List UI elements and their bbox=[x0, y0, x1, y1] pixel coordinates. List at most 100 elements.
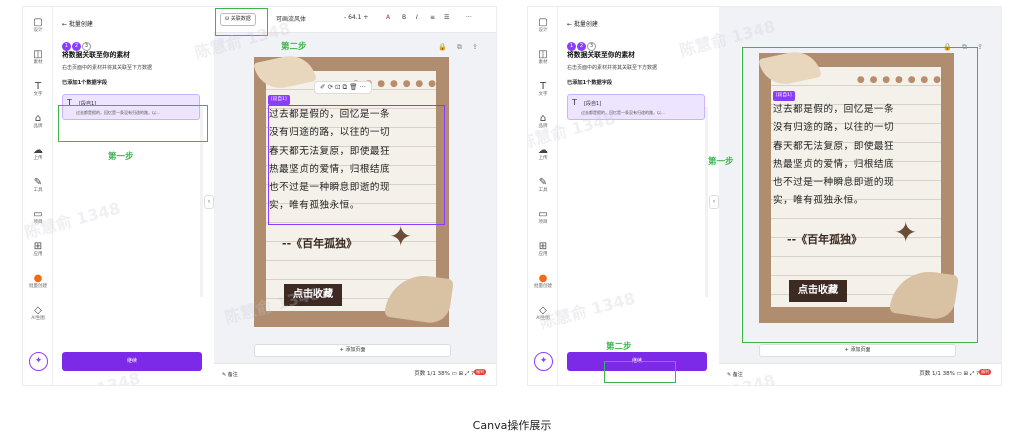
screenshot-step2: ▢ 设计 ◫ 素材 T 文字 ⌂ 品牌 ☁ 上传 ✎ 工具 ▭ 项目 ⊞ 应用 ● 批量创建 ◇ AI生图 ✦ ← 批… bbox=[527, 6, 1002, 386]
more-icon[interactable]: ··· bbox=[466, 14, 472, 21]
notes-label: 备注 bbox=[227, 372, 238, 378]
add-page-button[interactable]: + 添加页面 bbox=[254, 344, 451, 357]
grid-view-icon[interactable]: ▭ ⊞ ⤢ bbox=[452, 371, 470, 377]
rail-tools-label: 工具 bbox=[33, 188, 43, 193]
text-line: 没有归途的路，以往的一切 bbox=[269, 127, 391, 139]
text-line: 也不过是一种瞬息即逝的现 bbox=[269, 182, 391, 194]
bottom-bar: ✎ 备注 页数 1/1 38% ▭ ⊞ ⤢ ? 福利 bbox=[214, 363, 496, 385]
screenshot-step1: ▢ 设计 ◫ 素材 T 文字 ⌂ 品牌 ☁ 上传 ✎ 工具 ▭ 项目 ⊞ 应用 ● 批量创建 ◇ AI生图 ✦ ← 批… bbox=[22, 6, 497, 386]
annotation-step2: 第二步 bbox=[281, 42, 307, 52]
collapse-panel-button[interactable]: ‹ bbox=[204, 195, 214, 209]
rail-brand[interactable]: ⌂ 品牌 bbox=[23, 113, 53, 130]
rail-tools[interactable]: ✎ 工具 bbox=[528, 177, 558, 194]
rail-design[interactable]: ▢ 设计 bbox=[528, 17, 558, 34]
promo-badge: 福利 bbox=[474, 369, 486, 375]
quote-textbox[interactable]: 过去都是假的，回忆是一条 没有归途的路，以往的一切 春天都无法复原，即使最狂 热… bbox=[268, 105, 445, 225]
field-name: [段自1] bbox=[584, 101, 602, 107]
page-info-group: 页数 1/1 38% ▭ ⊞ ⤢ ? 福利 bbox=[919, 369, 991, 378]
annotation-step1: 第一步 bbox=[108, 152, 134, 162]
rail-bulk-create[interactable]: ● 批量创建 bbox=[23, 273, 53, 290]
highlight-step1 bbox=[58, 105, 208, 142]
rail-ai-image-icon: ◇ bbox=[34, 305, 42, 316]
italic-icon[interactable]: I bbox=[416, 14, 418, 21]
field-section-label: 已添加1个数据字段 bbox=[567, 80, 613, 86]
rail-tools[interactable]: ✎ 工具 bbox=[23, 177, 53, 194]
page-info-group: 页数 1/1 38% ▭ ⊞ ⤢ ? 福利 bbox=[414, 369, 486, 378]
rail-tools-icon: ✎ bbox=[538, 177, 548, 188]
rail-uploads-label: 上传 bbox=[33, 156, 43, 161]
text-line: 过去都是假的，回忆是一条 bbox=[269, 109, 391, 120]
notes-button[interactable]: ✎ 备注 bbox=[222, 371, 238, 378]
rail-design[interactable]: ▢ 设计 bbox=[23, 17, 53, 34]
rail-bulk-create-label: 批量创建 bbox=[534, 284, 552, 289]
bulk-create-panel: ← 批量创建 123 将数据关联至你的素材 右击页面中的素材并将其关联至下方数据… bbox=[54, 7, 208, 385]
book-title[interactable]: --《百年孤独》 bbox=[282, 235, 357, 251]
page-actions[interactable]: 🔒 ⧉ ⇪ bbox=[438, 43, 482, 52]
rail-tools-label: 工具 bbox=[538, 188, 548, 193]
text-color-icon[interactable]: A bbox=[386, 14, 390, 21]
zoom-level[interactable]: 38% bbox=[943, 371, 955, 377]
back-button[interactable]: ← 批量创建 bbox=[62, 19, 93, 28]
rail-uploads-label: 上传 bbox=[538, 156, 548, 161]
text-line: 热最坚贞的爱情，归根结底 bbox=[269, 163, 391, 175]
rail-design-icon: ▢ bbox=[538, 17, 548, 28]
rail-apps-label: 应用 bbox=[33, 252, 43, 257]
zoom-level[interactable]: 38% bbox=[438, 371, 450, 377]
rail-text-icon: T bbox=[34, 81, 42, 92]
field-section-label: 已添加1个数据字段 bbox=[62, 80, 108, 86]
panel-title: 将数据关联至你的素材 bbox=[62, 51, 130, 59]
page-counter[interactable]: 页数 1/1 bbox=[414, 371, 436, 377]
rail-text[interactable]: T 文字 bbox=[23, 81, 53, 98]
rail-bulk-create-icon: ● bbox=[33, 273, 43, 284]
rail-elements-label: 素材 bbox=[538, 60, 548, 65]
sparkle-icon[interactable]: ✦ bbox=[389, 223, 412, 251]
rail-apps[interactable]: ⊞ 应用 bbox=[23, 241, 53, 258]
grid-view-icon[interactable]: ▭ ⊞ ⤢ bbox=[957, 371, 975, 377]
panel-title: 将数据关联至你的素材 bbox=[567, 51, 635, 59]
editor-canvas: ⛁ 关联数据 可画流风体 - 64.1 + A B I ≡ ☰ ··· 🔒 ⧉ … bbox=[214, 7, 496, 385]
rail-text[interactable]: T 文字 bbox=[528, 81, 558, 98]
annotation-step2: 第二步 bbox=[606, 342, 632, 352]
page-counter[interactable]: 页数 1/1 bbox=[919, 371, 941, 377]
rail-tools-icon: ✎ bbox=[33, 177, 43, 188]
bold-icon[interactable]: B bbox=[402, 14, 406, 21]
rail-apps-label: 应用 bbox=[538, 252, 548, 257]
promo-badge: 福利 bbox=[979, 369, 991, 375]
rail-bulk-create-label: 批量创建 bbox=[29, 284, 47, 289]
rail-elements-label: 素材 bbox=[33, 60, 43, 65]
add-page-button[interactable]: + 添加页面 bbox=[759, 344, 956, 357]
rail-brand-icon: ⌂ bbox=[34, 113, 42, 124]
rail-bulk-create-icon: ● bbox=[538, 273, 548, 284]
highlight-step2 bbox=[604, 361, 676, 383]
text-line: 实，唯有孤独永恒。 bbox=[269, 200, 360, 212]
rail-apps[interactable]: ⊞ 应用 bbox=[528, 241, 558, 258]
font-size-stepper[interactable]: - 64.1 + bbox=[344, 14, 368, 21]
element-context-bar[interactable]: ✐ ⟳ ⊡ ⧉ 🗑 ··· bbox=[314, 81, 372, 94]
panel-scrollbar[interactable] bbox=[705, 107, 708, 297]
back-button[interactable]: ← 批量创建 bbox=[567, 19, 598, 28]
rail-design-icon: ▢ bbox=[33, 17, 43, 28]
rail-bulk-create[interactable]: ● 批量创建 bbox=[528, 273, 558, 290]
magic-icon[interactable]: ✦ bbox=[29, 352, 48, 371]
rail-brand-label: 品牌 bbox=[33, 124, 43, 129]
list-icon[interactable]: ☰ bbox=[444, 14, 449, 21]
data-field-tag: [段自1] bbox=[268, 95, 290, 105]
rail-elements-icon: ◫ bbox=[33, 49, 43, 60]
side-rail: ▢ 设计 ◫ 素材 T 文字 ⌂ 品牌 ☁ 上传 ✎ 工具 ▭ 项目 ⊞ 应用 ● 批量创建 ◇ AI生图 bbox=[23, 7, 53, 385]
rail-design-label: 设计 bbox=[33, 28, 43, 33]
design-page[interactable]: ● ● ● ● ● ● ● ✐ ⟳ ⊡ ⧉ 🗑 ··· [段自1] 过去都是假的… bbox=[253, 51, 454, 327]
magic-icon[interactable]: ✦ bbox=[534, 352, 553, 371]
rail-elements[interactable]: ◫ 素材 bbox=[23, 49, 53, 66]
rail-text-label: 文字 bbox=[33, 92, 43, 97]
bulk-create-panel: ← 批量创建 123 将数据关联至你的素材 右击页面中的素材并将其关联至下方数据… bbox=[559, 7, 713, 385]
rail-ai-image[interactable]: ◇ AI生图 bbox=[23, 305, 53, 322]
collapse-panel-button[interactable]: ‹ bbox=[709, 195, 719, 209]
align-icon[interactable]: ≡ bbox=[430, 14, 435, 21]
rail-elements[interactable]: ◫ 素材 bbox=[528, 49, 558, 66]
rail-uploads[interactable]: ☁ 上传 bbox=[23, 145, 53, 162]
rail-projects-icon: ▭ bbox=[538, 209, 548, 220]
highlight-step1 bbox=[742, 47, 978, 343]
rail-text-label: 文字 bbox=[538, 92, 548, 97]
annotation-step1: 第一步 bbox=[708, 157, 734, 167]
rail-projects[interactable]: ▭ 项目 bbox=[528, 209, 558, 226]
